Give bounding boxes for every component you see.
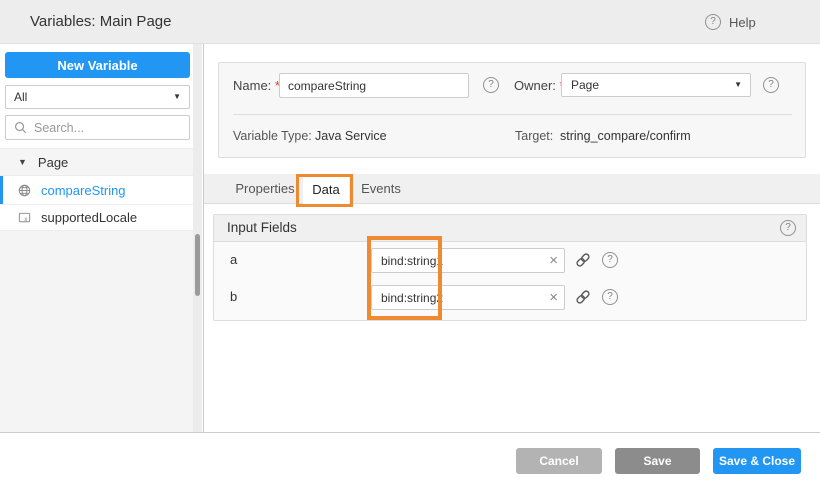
input-fields-panel: Input Fields a b — [213, 214, 807, 321]
tree-item-comparestring[interactable]: compareString — [0, 176, 194, 204]
variable-icon: x — [17, 210, 32, 225]
field-a-input-wrap — [371, 248, 565, 273]
clear-icon[interactable] — [549, 249, 558, 272]
name-label: Name: — [233, 74, 280, 98]
variable-type-label: Variable Type: — [233, 125, 312, 147]
filter-dropdown[interactable]: All — [5, 85, 190, 109]
field-b-input-wrap — [371, 285, 565, 310]
help-label: Help — [729, 15, 756, 30]
search-icon — [13, 120, 28, 135]
input-fields-help-icon[interactable] — [780, 220, 796, 236]
dialog-header: Variables: Main Page Help — [0, 0, 820, 44]
owner-help-icon[interactable] — [763, 77, 779, 93]
java-service-icon — [17, 183, 32, 198]
name-help-icon[interactable] — [483, 77, 499, 93]
tab-data[interactable]: Data — [303, 174, 349, 204]
name-field-wrap — [279, 73, 469, 98]
main-panel: Name: Owner: Page Variable Type: Java Se… — [204, 44, 820, 432]
search-input[interactable] — [34, 121, 174, 135]
tree-item-supportedlocale[interactable]: x supportedLocale — [0, 204, 194, 231]
sidebar-empty-area — [0, 231, 194, 432]
dialog-footer: Cancel Save Save & Close — [0, 432, 820, 490]
clear-icon[interactable] — [549, 286, 558, 309]
cancel-button[interactable]: Cancel — [516, 448, 602, 474]
tree-item-label: supportedLocale — [41, 210, 137, 225]
tab-events[interactable]: Events — [357, 174, 405, 204]
tab-bar: Properties Data Events — [204, 174, 820, 204]
owner-dropdown[interactable]: Page — [561, 73, 751, 97]
svg-text:x: x — [24, 216, 27, 223]
target-label: Target: — [515, 125, 553, 147]
field-b-help-icon[interactable] — [602, 289, 618, 305]
sidebar-scrollbar[interactable] — [193, 44, 202, 432]
filter-value: All — [14, 90, 27, 104]
save-button[interactable]: Save — [615, 448, 700, 474]
scrollbar-thumb[interactable] — [195, 234, 200, 296]
new-variable-button[interactable]: New Variable — [5, 52, 190, 78]
tab-properties[interactable]: Properties — [225, 174, 305, 204]
tree-node-label: Page — [38, 155, 68, 170]
search-box — [5, 115, 190, 140]
owner-value: Page — [571, 78, 599, 92]
field-a-input[interactable] — [372, 249, 538, 272]
input-fields-title: Input Fields — [227, 215, 297, 241]
chevron-down-icon — [734, 74, 742, 96]
variables-tree: Page compareString x supportedLocale — [0, 148, 194, 231]
field-b-label: b — [230, 285, 237, 309]
tree-item-label: compareString — [41, 183, 126, 198]
target-value: string_compare/confirm — [560, 125, 691, 147]
owner-label: Owner: — [514, 74, 565, 98]
variables-sidebar: New Variable All Page compareString — [0, 44, 204, 432]
footer-buttons: Cancel Save Save & Close — [516, 448, 801, 474]
variable-type-value: Java Service — [315, 125, 387, 147]
form-divider — [233, 114, 792, 115]
tree-node-page[interactable]: Page — [0, 148, 194, 176]
input-fields-header: Input Fields — [214, 215, 806, 242]
name-field[interactable] — [280, 74, 468, 97]
help-button[interactable]: Help — [705, 0, 756, 44]
page-title: Variables: Main Page — [30, 0, 171, 44]
chevron-down-icon — [173, 86, 181, 108]
field-b-input[interactable] — [372, 286, 538, 309]
bind-link-icon[interactable] — [575, 252, 591, 268]
save-close-button[interactable]: Save & Close — [713, 448, 801, 474]
bind-link-icon[interactable] — [575, 289, 591, 305]
field-a-label: a — [230, 248, 237, 272]
help-icon — [705, 14, 721, 30]
field-a-help-icon[interactable] — [602, 252, 618, 268]
tree-collapse-icon — [18, 157, 27, 167]
variable-summary-panel: Name: Owner: Page Variable Type: Java Se… — [218, 62, 806, 158]
variables-dialog: Variables: Main Page Help New Variable A… — [0, 0, 820, 490]
